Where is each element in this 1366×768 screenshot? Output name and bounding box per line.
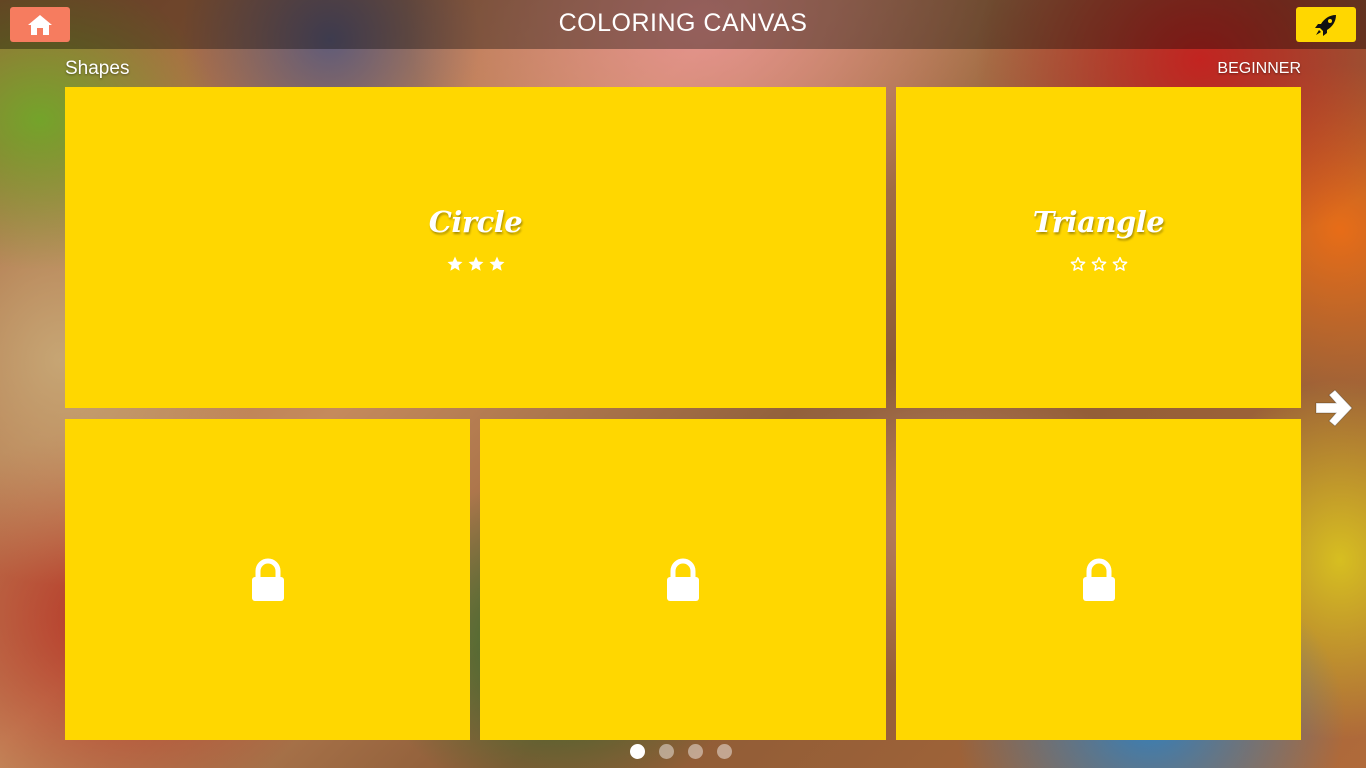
- tile-name: Triangle: [1032, 205, 1165, 239]
- tile-locked[interactable]: [896, 419, 1301, 740]
- level-label: BEGINNER: [1217, 60, 1301, 77]
- launch-button[interactable]: [1296, 7, 1356, 42]
- lock-icon: [1082, 558, 1115, 601]
- top-bar: COLORING CANVAS: [0, 0, 1366, 49]
- tile-content: Triangle: [896, 205, 1301, 273]
- arrow-right-icon[interactable]: [1312, 386, 1356, 430]
- page-dot-2[interactable]: [659, 744, 674, 759]
- star-filled-icon: [447, 256, 462, 271]
- rocket-icon: [1315, 14, 1336, 36]
- star-filled-icon: [468, 256, 483, 271]
- page-dot-3[interactable]: [688, 744, 703, 759]
- star-filled-icon: [489, 256, 504, 271]
- lock-icon: [667, 558, 699, 601]
- page-dot-1[interactable]: [630, 744, 645, 759]
- category-label: Shapes: [65, 58, 130, 79]
- star-outline-icon: [1091, 256, 1106, 271]
- star-outline-icon: [1112, 256, 1127, 271]
- tile-locked[interactable]: [480, 419, 886, 740]
- tile-circle[interactable]: Circle: [65, 87, 886, 408]
- tile-name: Circle: [428, 205, 523, 239]
- app-title: COLORING CANVAS: [558, 9, 808, 37]
- tile-content: Circle: [65, 205, 886, 273]
- star-rating: [65, 255, 886, 273]
- star-outline-icon: [1070, 256, 1085, 271]
- page-dot-4[interactable]: [717, 744, 732, 759]
- tile-triangle[interactable]: Triangle: [896, 87, 1301, 408]
- lock-icon: [251, 558, 284, 601]
- home-icon: [28, 14, 52, 35]
- star-rating: [896, 255, 1301, 273]
- home-button[interactable]: [10, 7, 70, 42]
- tile-locked[interactable]: [65, 419, 470, 740]
- pagination: [630, 744, 732, 759]
